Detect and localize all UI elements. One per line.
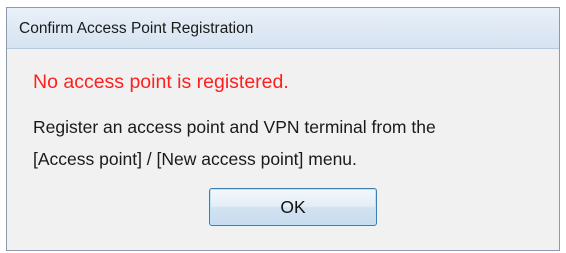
dialog-titlebar[interactable]: Confirm Access Point Registration xyxy=(7,8,559,49)
instruction-text: Register an access point and VPN termina… xyxy=(33,111,553,175)
dialog-title: Confirm Access Point Registration xyxy=(19,20,254,37)
error-message: No access point is registered. xyxy=(33,71,289,93)
instruction-line-2: [Access point] / [New access point] menu… xyxy=(33,149,357,169)
instruction-line-1: Register an access point and VPN termina… xyxy=(33,117,436,137)
confirm-dialog: Confirm Access Point Registration No acc… xyxy=(6,7,560,251)
ok-button[interactable]: OK xyxy=(209,188,377,226)
dialog-content: No access point is registered. Register … xyxy=(7,49,559,250)
